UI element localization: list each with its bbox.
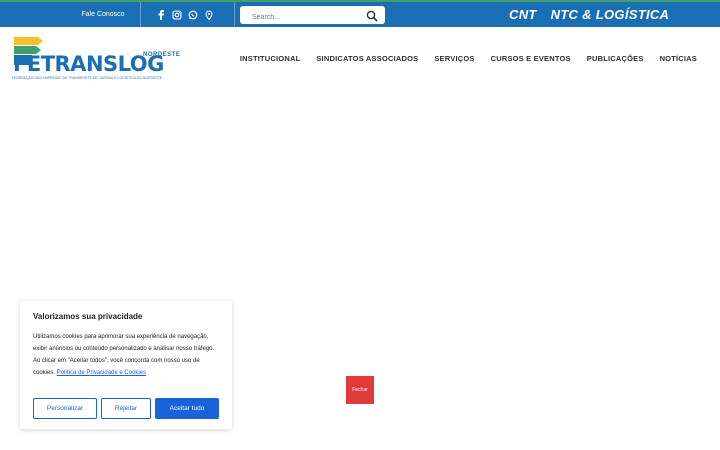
nav-noticias[interactable]: NOTÍCIAS: [660, 54, 697, 63]
facebook-icon[interactable]: [156, 9, 166, 20]
divider: [234, 2, 235, 27]
divider: [140, 2, 141, 27]
location-pin-icon[interactable]: [204, 10, 214, 20]
privacy-policy-link[interactable]: Política de Privacidade e Cookies: [57, 370, 146, 376]
accept-all-button[interactable]: Aceitar tudo: [155, 398, 219, 419]
logo-wordmark: FETRANSLOG: [13, 52, 164, 76]
cookie-text: Utilizamos cookies para aprimorar sua ex…: [33, 331, 221, 379]
top-links: CNT NTC & LOGÍSTICA: [509, 2, 669, 27]
logo-tagline: FEDERAÇÃO DAS EMPRESAS DE TRANSPORTE DE …: [12, 76, 163, 80]
nav-sindicatos-associados[interactable]: SINDICATOS ASSOCIADOS: [316, 54, 418, 63]
nav-cursos-eventos[interactable]: CURSOS E EVENTOS: [491, 54, 571, 63]
main-nav: INSTITUCIONAL SINDICATOS ASSOCIADOS SERV…: [240, 27, 697, 89]
whatsapp-icon[interactable]: [188, 10, 198, 20]
nav-institucional[interactable]: INSTITUCIONAL: [240, 54, 301, 63]
reject-button[interactable]: Rejeitar: [101, 398, 151, 419]
contact-link[interactable]: Fale Conosco: [66, 2, 140, 27]
cookie-consent-banner: Valorizamos sua privacidade Utilizamos c…: [20, 301, 232, 429]
fetranslog-logo[interactable]: NORDESTE FETRANSLOG FEDERAÇÃO DAS EMPRES…: [12, 36, 180, 82]
customize-button[interactable]: Personalizar: [33, 398, 97, 419]
ntc-logistica-link[interactable]: NTC & LOGÍSTICA: [551, 7, 670, 22]
social-icons: [156, 2, 214, 27]
close-button[interactable]: Fechar: [346, 376, 374, 404]
cnt-link[interactable]: CNT: [509, 7, 537, 22]
top-bar: Fale Conosco CNT NTC & LOGÍSTICA: [0, 0, 720, 27]
header: NORDESTE FETRANSLOG FEDERAÇÃO DAS EMPRES…: [0, 27, 720, 89]
nav-publicacoes[interactable]: PUBLICAÇÕES: [587, 54, 644, 63]
search-input[interactable]: [252, 8, 362, 27]
nav-servicos[interactable]: SERVIÇOS: [434, 54, 474, 63]
instagram-icon[interactable]: [172, 9, 182, 20]
search-icon[interactable]: [366, 9, 378, 22]
search-box: [240, 6, 385, 27]
cookie-title: Valorizamos sua privacidade: [33, 312, 143, 321]
